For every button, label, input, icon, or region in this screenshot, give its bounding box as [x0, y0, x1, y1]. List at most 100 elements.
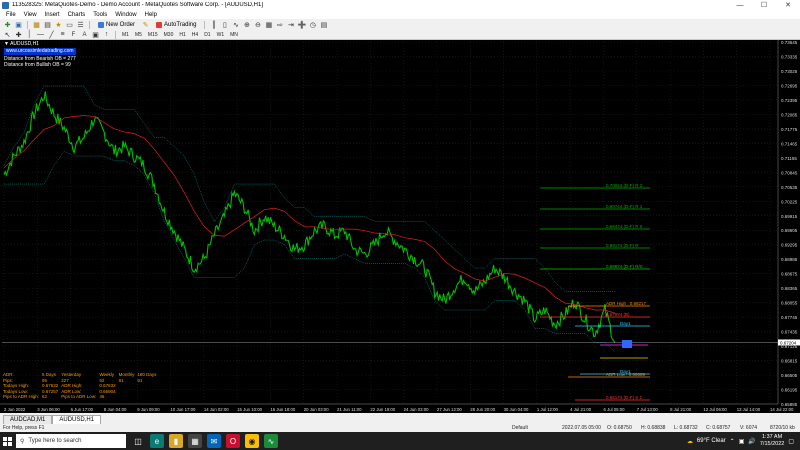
timeframe-h1[interactable]: H1 — [177, 32, 187, 38]
timeframe-w1[interactable]: W1 — [215, 32, 227, 38]
network-icon[interactable]: ▣ — [739, 438, 745, 445]
time-tick-label: 7 Jul 13:00 — [637, 407, 659, 412]
price-tick-label: 0.67435 — [781, 330, 798, 335]
time-tick-label: 27 Jun 12:00 — [437, 407, 462, 412]
adr-stats-panel: ADR: 5 Days Yesterday Weekly Monthly 180 Days… — [3, 372, 159, 400]
time-tick-label: 24 Jun 03:00 — [404, 407, 429, 412]
tile-windows-icon[interactable]: ▦ — [264, 20, 273, 29]
time-tick-label: 21 Jun 11:00 — [337, 407, 362, 412]
metatrader-taskbar-icon[interactable]: ∿ — [264, 434, 278, 448]
price-tick-label: 0.66505 — [781, 373, 798, 378]
periods-icon[interactable]: ◷ — [308, 20, 317, 29]
volume-icon[interactable]: 🔊 — [748, 438, 755, 445]
vertical-line-icon[interactable]: │ — [25, 30, 34, 39]
line-chart-icon[interactable]: ∿ — [231, 20, 240, 29]
order-block-marker — [622, 340, 632, 348]
chrome-icon[interactable]: ◉ — [245, 434, 259, 448]
text-label-icon[interactable]: ▣ — [91, 30, 100, 39]
store-icon[interactable]: ▦ — [188, 434, 202, 448]
menu-insert[interactable]: Insert — [41, 12, 64, 18]
time-tick-label: 9 Jun 09:00 — [137, 407, 160, 412]
fibonacci-icon[interactable]: F — [69, 30, 78, 39]
minimize-icon[interactable]: — — [728, 0, 752, 10]
candlestick-icon[interactable]: ▯ — [220, 20, 229, 29]
trendline-icon[interactable]: ╱ — [47, 30, 56, 39]
timeframe-m1[interactable]: M1 — [120, 32, 131, 38]
time-tick-label: 1 Jul 12:00 — [537, 407, 559, 412]
arrows-icon[interactable]: ↑ — [102, 30, 111, 39]
templates-icon[interactable]: ▤ — [319, 20, 328, 29]
tab-audcad-m1[interactable]: AUDCAD,M1 — [3, 415, 53, 424]
start-button[interactable] — [0, 432, 14, 450]
indicators-icon[interactable]: ➕ — [297, 20, 307, 29]
price-tick-label: 0.68675 — [781, 272, 798, 277]
mail-icon[interactable]: ✉ — [207, 434, 221, 448]
timeframe-h4[interactable]: H4 — [190, 32, 200, 38]
profiles-icon[interactable]: ▣ — [14, 20, 23, 29]
zoom-out-icon[interactable]: ⊖ — [253, 20, 262, 29]
website-link[interactable]: www.urcossimledatrading.com — [4, 48, 76, 55]
chart-canvas[interactable]: 0.73645 0.73335 0.73025 0.72695 0.72395 0.720… — [0, 40, 800, 413]
time-tick-label: 6 Jun 17:00 — [71, 407, 94, 412]
timeframe-d1[interactable]: D1 — [202, 32, 212, 38]
maximize-icon[interactable]: ☐ — [752, 0, 776, 10]
price-tick-label: 0.72395 — [781, 98, 798, 103]
weather-text[interactable]: 69°F Clear — [697, 438, 726, 444]
menu-help[interactable]: Help — [141, 12, 161, 18]
zoom-in-icon[interactable]: ⊕ — [242, 20, 251, 29]
chart-shift-icon[interactable]: ⇨ — [275, 20, 284, 29]
market-watch-icon[interactable]: ▦ — [32, 20, 41, 29]
price-tick-label: 0.70535 — [781, 185, 798, 190]
window-title: 113528325: MetaQuotes-Demo - Demo Accoun… — [12, 2, 263, 8]
opera-icon[interactable]: O — [226, 434, 240, 448]
toolbar-divider — [115, 30, 116, 39]
timeframe-m15[interactable]: M15 — [146, 32, 160, 38]
status-close: C: 0.68757 — [706, 425, 731, 431]
channel-icon[interactable]: ≡ — [58, 30, 67, 39]
taskbar-search[interactable]: ⚲ Type here to search — [16, 434, 126, 448]
price-tick-label: 0.73335 — [781, 54, 798, 59]
autoscroll-icon[interactable]: ⇥ — [286, 20, 295, 29]
menu-window[interactable]: Window — [111, 12, 140, 18]
cursor-icon[interactable]: ↖ — [3, 30, 12, 39]
timeframe-m5[interactable]: M5 — [133, 32, 144, 38]
edge-icon[interactable]: e — [150, 434, 164, 448]
taskbar-search-placeholder: Type here to search — [28, 438, 82, 444]
timeframe-m30[interactable]: M30 — [162, 32, 176, 38]
crosshair-icon[interactable]: ✚ — [14, 30, 23, 39]
new-chart-icon[interactable]: ✚ — [3, 20, 12, 29]
chart-symbol-text: AUDUSD,H1 — [10, 41, 39, 47]
menu-view[interactable]: View — [20, 12, 41, 18]
new-order-button[interactable]: New Order — [94, 20, 139, 29]
task-view-icon[interactable]: ◫ — [131, 434, 145, 448]
bar-chart-icon[interactable]: ┃ — [209, 20, 218, 29]
status-help-text: For Help, press F1 — [3, 425, 45, 431]
autotrading-button[interactable]: AutoTrading — [152, 20, 200, 29]
toolbar-divider — [89, 20, 90, 29]
metaeditor-icon[interactable]: ✎ — [141, 20, 150, 29]
tray-overflow-icon[interactable]: ⌃ — [730, 438, 735, 445]
data-window-icon[interactable]: ▤ — [43, 20, 52, 29]
strategy-tester-icon[interactable]: ☰ — [76, 20, 85, 29]
menu-tools[interactable]: Tools — [89, 12, 111, 18]
horizontal-line-icon[interactable]: — — [36, 30, 45, 39]
text-tool-icon[interactable]: A — [80, 30, 89, 39]
taskbar-clock[interactable]: 1:37 AM 7/15/2022 — [760, 434, 784, 448]
terminal-icon[interactable]: ▭ — [65, 20, 74, 29]
close-icon[interactable]: ✕ — [776, 0, 800, 10]
status-low: L: 0.68732 — [674, 425, 698, 431]
price-tick-label: 0.69915 — [781, 214, 798, 219]
time-tick-label: 13 Jul 14:00 — [737, 407, 761, 412]
notifications-icon[interactable]: ▢ — [788, 438, 794, 445]
channel-lower-line — [4, 151, 616, 353]
timeframe-mn[interactable]: MN — [228, 32, 240, 38]
file-explorer-icon[interactable]: ▮ — [169, 434, 183, 448]
tab-audusd-h1[interactable]: AUDUSD,H1 — [52, 415, 102, 424]
status-high: H: 0.68838 — [641, 425, 666, 431]
menu-charts[interactable]: Charts — [64, 12, 90, 18]
price-chart[interactable]: 0.73645 0.73335 0.73025 0.72695 0.72395 0.720… — [0, 40, 800, 413]
navigator-icon[interactable]: ★ — [54, 20, 63, 29]
status-datetime: 2022.07.05 05:00 — [562, 425, 601, 431]
pivot-level-label: ADR High : 0.68217 — [606, 301, 647, 306]
menu-file[interactable]: File — [2, 12, 20, 18]
